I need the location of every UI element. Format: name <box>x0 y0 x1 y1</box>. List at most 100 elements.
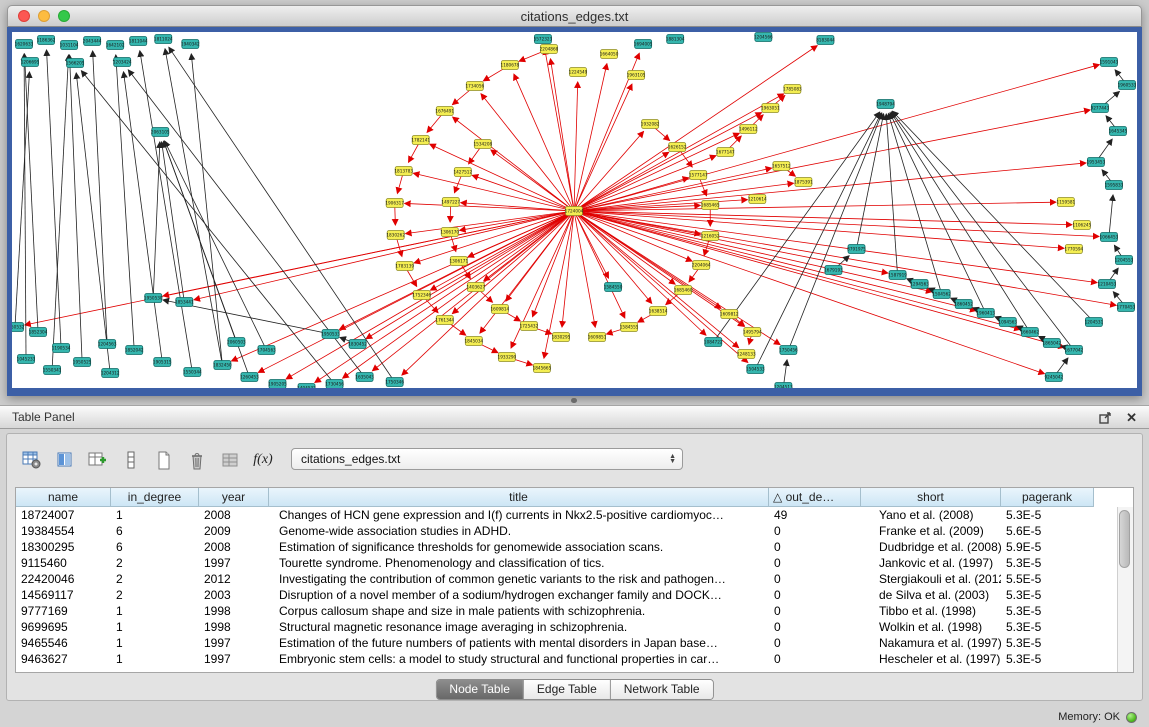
cell-title[interactable]: Estimation of significance thresholds fo… <box>269 539 769 555</box>
cell-out_degree[interactable]: 0 <box>769 539 861 555</box>
graph-edge[interactable] <box>562 211 574 327</box>
cell-out_degree[interactable]: 0 <box>769 555 861 571</box>
minimize-window-button[interactable] <box>38 10 50 22</box>
cell-pagerank[interactable]: 5.3E-5 <box>1001 555 1094 571</box>
table-row[interactable]: 1456911722003Disruption of a novel membe… <box>16 587 1133 603</box>
window-titlebar[interactable]: citations_edges.txt <box>7 5 1142 27</box>
cell-short[interactable]: Wolkin et al. (1998) <box>861 619 1001 635</box>
cell-name[interactable]: 9777169 <box>16 603 111 619</box>
cell-in_degree[interactable]: 1 <box>111 507 199 523</box>
cell-in_degree[interactable]: 6 <box>111 539 199 555</box>
cell-year[interactable]: 1997 <box>199 635 269 651</box>
cell-out_degree[interactable]: 0 <box>769 619 861 635</box>
close-window-button[interactable] <box>18 10 30 22</box>
table-row[interactable]: 946554611997Estimation of the future num… <box>16 635 1133 651</box>
cell-name[interactable]: 14569117 <box>16 587 111 603</box>
cell-year[interactable]: 2008 <box>199 507 269 523</box>
table-scrollbar[interactable] <box>1117 507 1133 672</box>
cell-in_degree[interactable]: 1 <box>111 619 199 635</box>
graph-edge[interactable] <box>574 211 932 292</box>
cell-year[interactable]: 2012 <box>199 571 269 587</box>
cell-short[interactable]: Franke et al. (2009) <box>861 523 1001 539</box>
cell-name[interactable]: 22420046 <box>16 571 111 587</box>
cell-pagerank[interactable]: 5.5E-5 <box>1001 571 1094 587</box>
graph-edge[interactable] <box>514 74 574 211</box>
table-row[interactable]: 977716911998Corpus callosum shape and si… <box>16 603 1133 619</box>
float-panel-button[interactable] <box>1099 411 1112 424</box>
graph-edge[interactable] <box>788 113 881 350</box>
import-table-button[interactable] <box>215 447 245 473</box>
cell-out_degree[interactable]: 0 <box>769 651 861 667</box>
graph-edge[interactable] <box>713 112 879 342</box>
cell-out_degree[interactable]: 0 <box>769 523 861 539</box>
cell-out_degree[interactable]: 0 <box>769 635 861 651</box>
table-selector-dropdown[interactable]: citations_edges.txt ▲▼ <box>291 448 683 470</box>
cell-out_degree[interactable]: 0 <box>769 587 861 603</box>
cell-short[interactable]: Dudbridge et al. (2008) <box>861 539 1001 555</box>
cell-year[interactable]: 1997 <box>199 651 269 667</box>
graph-edge[interactable] <box>481 94 574 211</box>
graph-edge[interactable] <box>892 111 1093 322</box>
cell-short[interactable]: Tibbo et al. (1998) <box>861 603 1001 619</box>
graph-edge[interactable] <box>472 175 574 211</box>
graph-edge[interactable] <box>452 211 574 314</box>
cell-title[interactable]: Structural magnetic resonance image aver… <box>269 619 769 635</box>
cell-name[interactable]: 9699695 <box>16 619 111 635</box>
graph-edge[interactable] <box>574 211 1116 305</box>
cell-in_degree[interactable]: 1 <box>111 651 199 667</box>
graph-edge[interactable] <box>1109 195 1113 237</box>
graph-edge[interactable] <box>169 47 395 382</box>
delete-button[interactable] <box>182 447 212 473</box>
cell-name[interactable]: 9115460 <box>16 555 111 571</box>
graph-edge[interactable] <box>81 71 334 384</box>
panel-divider[interactable] <box>0 396 1149 405</box>
cell-name[interactable]: 9463627 <box>16 651 111 667</box>
column-header-title[interactable]: title <box>269 488 769 507</box>
cell-title[interactable]: Corpus callosum shape and size in male p… <box>269 603 769 619</box>
cell-year[interactable]: 1998 <box>199 603 269 619</box>
table-row[interactable]: 911546021997Tourette syndrome. Phenomeno… <box>16 555 1133 571</box>
cell-pagerank[interactable]: 5.3E-5 <box>1001 603 1094 619</box>
cell-year[interactable]: 2008 <box>199 539 269 555</box>
graph-edge[interactable] <box>47 50 62 348</box>
graph-edge[interactable] <box>574 64 607 211</box>
column-header-out_degree[interactable]: △ out_de… <box>769 488 861 507</box>
graph-edge[interactable] <box>574 211 1072 225</box>
cell-in_degree[interactable]: 1 <box>111 603 199 619</box>
cell-short[interactable]: Yano et al. (2008) <box>861 507 1001 523</box>
table-mode-button[interactable] <box>17 447 47 473</box>
cell-name[interactable]: 19384554 <box>16 523 111 539</box>
graph-edge[interactable] <box>857 114 884 249</box>
graph-edge[interactable] <box>164 141 237 342</box>
column-header-in_degree[interactable]: in_degree <box>111 488 199 507</box>
tab-node-table[interactable]: Node Table <box>436 680 524 699</box>
cell-name[interactable]: 9465546 <box>16 635 111 651</box>
graph-edge[interactable] <box>93 51 108 344</box>
graph-edge[interactable] <box>70 55 83 362</box>
table-row[interactable]: 1830029562008Estimation of significance … <box>16 539 1133 555</box>
graph-edge[interactable] <box>574 211 1044 374</box>
graph-edge[interactable] <box>25 54 39 332</box>
graph-edge[interactable] <box>140 51 192 372</box>
graph-edge[interactable] <box>574 163 1086 211</box>
column-header-name[interactable]: name <box>16 488 111 507</box>
cell-out_degree[interactable]: 0 <box>769 571 861 587</box>
graph-edge[interactable] <box>76 73 110 373</box>
graph-edge[interactable] <box>24 54 26 359</box>
cell-title[interactable]: Estimation of the future numbers of pati… <box>269 635 769 651</box>
column-header-year[interactable]: year <box>199 488 269 507</box>
cell-in_degree[interactable]: 2 <box>111 571 199 587</box>
graph-edge[interactable] <box>574 211 1020 329</box>
cell-title[interactable]: Changes of HCN gene expression and I(f) … <box>269 507 769 523</box>
close-panel-icon[interactable]: ✕ <box>1126 411 1137 424</box>
cell-short[interactable]: Stergiakouli et al. (2012) <box>861 571 1001 587</box>
graph-edge[interactable] <box>755 113 881 369</box>
cell-pagerank[interactable]: 5.6E-5 <box>1001 523 1094 539</box>
cell-short[interactable]: de Silva et al. (2003) <box>861 587 1001 603</box>
table-panel-header[interactable]: Table Panel ✕ <box>0 406 1149 429</box>
cell-name[interactable]: 18300295 <box>16 539 111 555</box>
cell-pagerank[interactable]: 5.3E-5 <box>1001 635 1094 651</box>
new-column-button[interactable] <box>83 447 113 473</box>
table-row[interactable]: 969969511998Structural magnetic resonanc… <box>16 619 1133 635</box>
cell-year[interactable]: 1997 <box>199 555 269 571</box>
